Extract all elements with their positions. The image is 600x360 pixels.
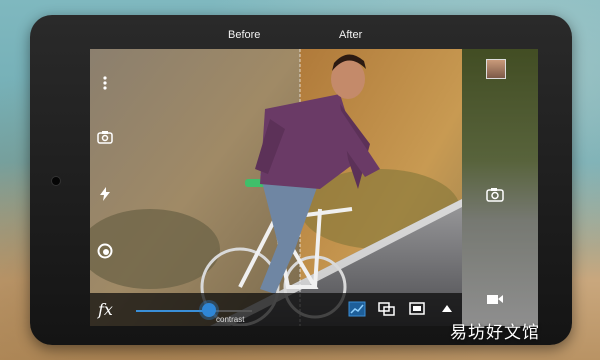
overlay-icon[interactable] <box>378 301 396 317</box>
flash-icon[interactable] <box>97 186 113 202</box>
shutter-mode-icon[interactable] <box>97 243 113 259</box>
front-camera <box>52 177 60 185</box>
contrast-slider-thumb[interactable] <box>202 303 216 317</box>
expand-up-icon[interactable] <box>438 301 456 317</box>
contrast-label: contrast <box>216 315 245 324</box>
user-avatar[interactable] <box>486 59 506 79</box>
after-label: After <box>339 29 363 41</box>
left-toolbar <box>90 49 120 289</box>
app-screen: fx contrast <box>90 49 538 326</box>
curves-icon[interactable] <box>348 301 366 317</box>
photo-preview[interactable] <box>90 49 462 326</box>
side-panel <box>462 49 538 326</box>
watermark-text: 易坊好文馆 <box>450 323 540 342</box>
video-camera-icon[interactable] <box>486 292 504 311</box>
menu-dots-icon[interactable] <box>97 75 113 91</box>
cyclist-photo <box>90 49 462 326</box>
slider-empty-track <box>212 310 252 312</box>
slider-filled-track <box>136 310 212 312</box>
switch-camera-icon[interactable] <box>97 129 113 145</box>
frame-icon[interactable] <box>408 301 426 317</box>
camera-icon[interactable] <box>486 186 504 207</box>
tablet-device: Before After fx contrast <box>30 15 572 345</box>
edit-toolbar: fx contrast <box>90 293 462 326</box>
effects-button[interactable]: fx <box>98 300 113 319</box>
before-label: Before <box>228 29 261 41</box>
